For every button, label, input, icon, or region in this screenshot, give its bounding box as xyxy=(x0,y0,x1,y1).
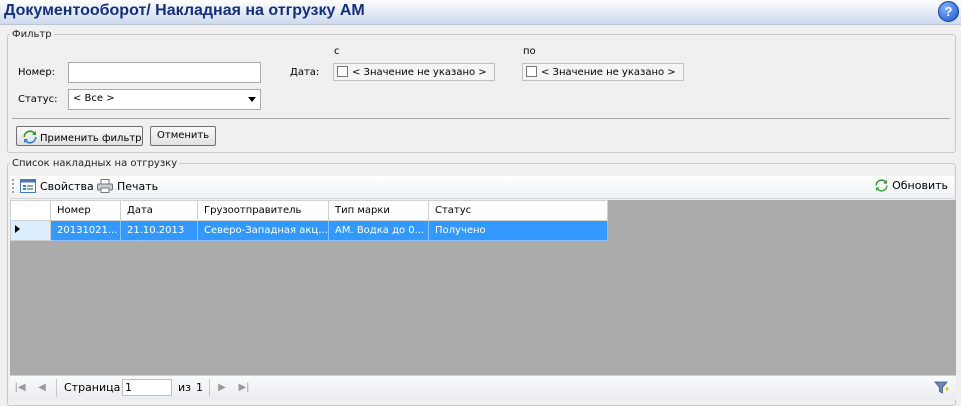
refresh-icon xyxy=(875,179,888,195)
properties-button[interactable]: Свойства xyxy=(20,179,94,196)
current-row-icon xyxy=(15,225,20,233)
date-from-value: < Значение не указано > xyxy=(352,67,487,78)
apply-filter-label: Применить фильтр xyxy=(40,133,142,144)
column-header-stamp-type[interactable]: Тип марки xyxy=(328,200,429,221)
refresh-button[interactable]: Обновить xyxy=(875,179,948,195)
status-select-value: < Все > xyxy=(73,93,115,104)
chevron-down-icon xyxy=(248,97,256,102)
total-pages: 1 xyxy=(196,381,203,394)
help-icon[interactable]: ? xyxy=(938,1,959,22)
page-label: Страница xyxy=(64,381,121,394)
apply-filter-button[interactable]: Применить фильтр xyxy=(16,126,143,146)
status-label: Статус: xyxy=(18,94,58,105)
column-header-date[interactable]: Дата xyxy=(120,200,198,221)
last-page-icon[interactable]: ▶| xyxy=(238,382,250,394)
waybill-table: Номер Дата Грузоотправитель Тип марки Ст… xyxy=(10,200,608,241)
status-select[interactable]: < Все > xyxy=(68,89,261,110)
filter-legend: Фильтр xyxy=(12,29,52,40)
list-toolbar: Свойства Печать Обновить xyxy=(10,176,954,199)
column-header-number[interactable]: Номер xyxy=(50,200,121,221)
pager-divider xyxy=(56,379,57,397)
date-from-field[interactable]: < Значение не указано > xyxy=(333,63,495,81)
pager-divider xyxy=(209,379,210,397)
row-selector[interactable] xyxy=(10,220,51,241)
print-button[interactable]: Печать xyxy=(97,179,158,196)
properties-icon xyxy=(20,179,36,196)
cell-date[interactable]: 21.10.2013 xyxy=(120,220,198,241)
date-to-label: по xyxy=(523,46,536,57)
pager-bar: |◀ ◀ Страница 1 из 1 ▶ ▶| xyxy=(10,375,956,400)
cell-number[interactable]: 20131021... xyxy=(50,220,121,241)
column-header-status[interactable]: Статус xyxy=(428,200,608,221)
date-from-label: с xyxy=(334,46,340,57)
date-to-value: < Значение не указано > xyxy=(541,67,676,78)
filter-settings-icon[interactable] xyxy=(934,381,950,398)
apply-filter-icon xyxy=(23,130,37,147)
toolbar-grip xyxy=(12,179,14,194)
date-label: Дата: xyxy=(290,67,320,78)
table-header-row: Номер Дата Грузоотправитель Тип марки Ст… xyxy=(10,200,608,221)
prev-page-icon[interactable]: ◀ xyxy=(36,382,48,394)
cell-shipper[interactable]: Северо-Западная акц... xyxy=(197,220,329,241)
page-of-label: из xyxy=(178,381,191,394)
cell-status[interactable]: Получено xyxy=(428,220,608,241)
date-to-field[interactable]: < Значение не указано > xyxy=(522,63,684,81)
page-title: Документооборот/ Накладная на отгрузку А… xyxy=(4,2,365,19)
row-header-corner xyxy=(10,200,51,221)
cancel-filter-button[interactable]: Отменить xyxy=(150,126,216,146)
next-page-icon[interactable]: ▶ xyxy=(216,382,228,394)
page-input[interactable]: 1 xyxy=(122,379,172,396)
waybill-grid: Номер Дата Грузоотправитель Тип марки Ст… xyxy=(10,200,956,375)
print-icon xyxy=(97,179,113,196)
first-page-icon[interactable]: |◀ xyxy=(14,382,26,394)
list-legend: Список накладных на отгрузку xyxy=(12,158,178,169)
cancel-filter-label: Отменить xyxy=(157,130,210,141)
cell-stamp-type[interactable]: АМ. Водка до 0... xyxy=(328,220,429,241)
date-to-checkbox[interactable] xyxy=(526,66,537,77)
number-label: Номер: xyxy=(18,67,56,78)
date-from-checkbox[interactable] xyxy=(337,66,348,77)
print-label: Печать xyxy=(117,180,159,193)
column-header-shipper[interactable]: Грузоотправитель xyxy=(197,200,329,221)
table-row[interactable]: 20131021... 21.10.2013 Северо-Западная а… xyxy=(10,220,608,241)
refresh-label: Обновить xyxy=(892,179,948,192)
filter-divider xyxy=(12,118,950,119)
properties-label: Свойства xyxy=(40,180,94,193)
title-bar: Документооборот/ Накладная на отгрузку А… xyxy=(0,0,961,25)
number-input[interactable] xyxy=(68,62,261,83)
